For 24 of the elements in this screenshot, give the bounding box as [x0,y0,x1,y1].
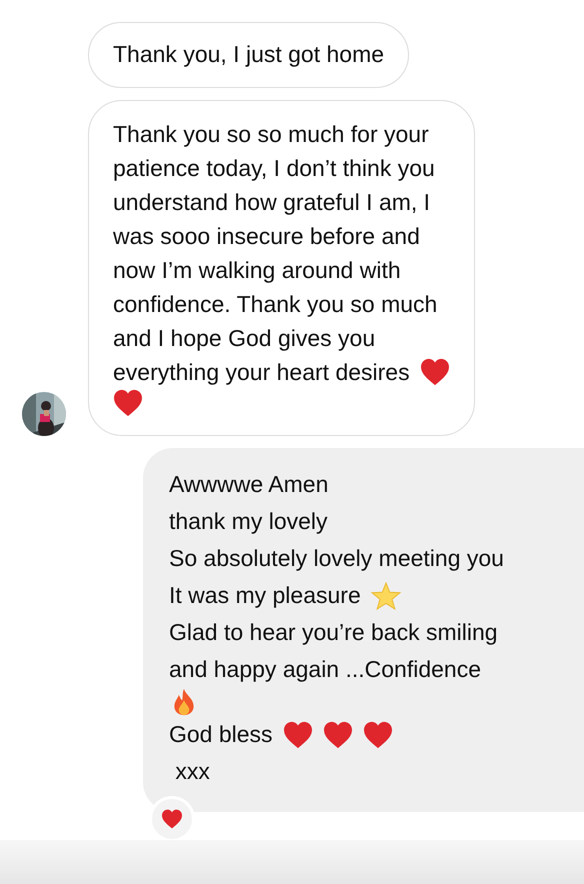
heart-icon [161,809,183,829]
message-line: and happy again ...Confidence [169,655,482,684]
message-line: So absolutely lovely meeting you [169,544,504,573]
heart-icon [282,720,313,748]
message-line: and I hope God gives you [113,324,376,353]
message-line: Glad to hear you’re back smiling [169,618,498,647]
message-line: patience today, I don’t think you [113,154,435,183]
message-line: confidence. Thank you so much [113,290,438,319]
message-line: understand how grateful I am, I [113,188,430,217]
message-line: Thank you so so much for your [113,120,429,149]
heart-icon [322,720,353,748]
message-line: thank my lovely [169,507,328,536]
message-line: xxx [174,757,210,786]
message-line: It was my pleasure [169,581,361,610]
message-line: Thank you, I just got home [113,40,384,69]
message-line: now I’m walking around with [113,256,401,285]
star-icon [370,582,401,610]
heart-icon [113,389,143,417]
heart-icon [420,358,450,386]
heart-icon [362,720,393,748]
message-line: Awwwwe Amen [169,470,328,499]
message-line: God bless [169,720,273,749]
message-line: was sooo insecure before and [113,222,420,251]
message-line: everything your heart desires [113,358,410,387]
